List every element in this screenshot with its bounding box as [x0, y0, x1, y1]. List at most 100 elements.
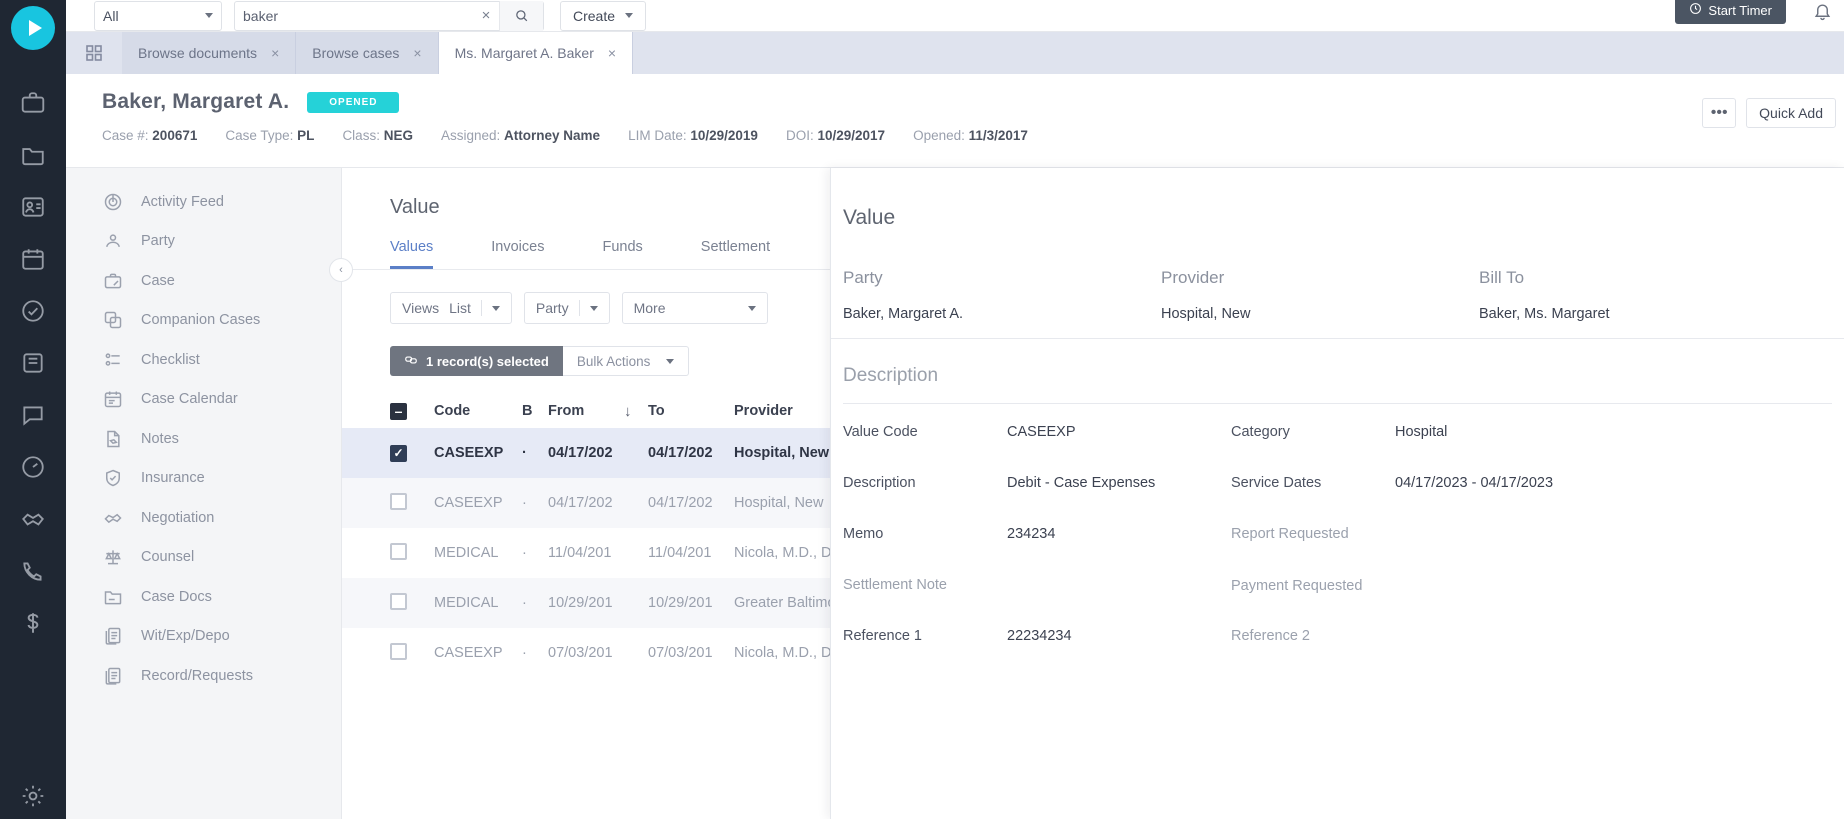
more-actions-button[interactable]: •••: [1702, 98, 1737, 128]
case-meta-item: Case Type: PL: [225, 128, 314, 143]
views-filter-value: List: [449, 300, 471, 316]
field-value: CASEEXP: [1007, 424, 1076, 440]
tab-margaret-baker[interactable]: Ms. Margaret A. Baker ×: [438, 32, 634, 74]
documents-icon: [102, 625, 124, 647]
case-meta-label: DOI:: [785, 128, 814, 143]
sidebar-item-insurance[interactable]: Insurance: [66, 459, 341, 499]
clear-search-icon[interactable]: ×: [473, 7, 499, 24]
tab-values[interactable]: Values: [390, 239, 434, 269]
sidebar-item-party[interactable]: Party: [66, 222, 341, 262]
summary-value-party: Baker, Margaret A.: [843, 306, 964, 322]
global-search: ×: [234, 0, 544, 31]
sidebar-item-negotiation[interactable]: Negotiation: [66, 498, 341, 538]
views-filter[interactable]: Views List: [390, 292, 512, 324]
sidebar-item-companion-cases[interactable]: Companion Cases: [66, 301, 341, 341]
chat-icon[interactable]: [20, 402, 46, 428]
row-checkbox-cell[interactable]: [390, 542, 434, 564]
select-all-checkbox-cell[interactable]: –: [390, 402, 434, 420]
row-checkbox[interactable]: [390, 542, 407, 560]
sidebar-item-record-requests[interactable]: Record/Requests: [66, 656, 341, 696]
row-checkbox-cell[interactable]: [390, 592, 434, 614]
sidebar-item-label: Case: [141, 272, 175, 289]
row-checkbox[interactable]: [390, 492, 407, 510]
sidebar-item-wit-exp-depo[interactable]: Wit/Exp/Depo: [66, 617, 341, 657]
drawer-fields: Value Code CASEEXP Description Debit - C…: [831, 404, 1844, 673]
sidebar-item-case[interactable]: Case: [66, 261, 341, 301]
case-meta-label: Case Type:: [225, 128, 294, 143]
sidebar-item-label: Activity Feed: [141, 193, 224, 210]
documents-icon: [102, 665, 124, 687]
close-icon[interactable]: ×: [413, 45, 421, 61]
field-service-dates: Service Dates 04/17/2023 - 04/17/2023: [1231, 469, 1619, 520]
check-circle-icon[interactable]: [20, 298, 46, 324]
cell-code: CASEEXP: [434, 645, 503, 661]
folder-icon[interactable]: [20, 142, 46, 168]
tab-funds[interactable]: Funds: [602, 239, 642, 269]
sidebar-item-notes[interactable]: Notes: [66, 419, 341, 459]
global-toolbar: All × Create Start Timer: [66, 0, 1844, 32]
sidebar-item-checklist[interactable]: Checklist: [66, 340, 341, 380]
row-checkbox-cell[interactable]: [390, 492, 434, 514]
field-label: Category: [1231, 424, 1290, 440]
column-header-from[interactable]: From: [548, 403, 622, 419]
gear-icon[interactable]: [20, 783, 46, 809]
row-checkbox-cell[interactable]: ✓: [390, 444, 434, 462]
dollar-icon[interactable]: [20, 610, 46, 636]
field-reference-1: Reference 1 22234234: [843, 622, 1231, 673]
quick-add-button[interactable]: Quick Add: [1746, 98, 1836, 128]
contact-card-icon[interactable]: [20, 194, 46, 220]
more-filter[interactable]: More: [621, 292, 768, 324]
select-all-checkbox[interactable]: –: [390, 402, 407, 420]
start-timer-button[interactable]: Start Timer: [1675, 0, 1786, 24]
sidebar-item-counsel[interactable]: Counsel: [66, 538, 341, 578]
bulk-actions-dropdown[interactable]: Bulk Actions: [562, 346, 690, 376]
cell-code: CASEEXP: [434, 495, 503, 511]
tab-invoices[interactable]: Invoices: [491, 239, 544, 269]
shield-icon: [102, 467, 124, 489]
tab-settlement[interactable]: Settlement: [701, 239, 770, 269]
collapse-sidebar-button[interactable]: ‹: [329, 258, 353, 282]
search-input[interactable]: [235, 1, 473, 30]
tab-grid-view-button[interactable]: [66, 32, 122, 74]
column-header-b[interactable]: B: [522, 403, 548, 419]
tab-browse-documents[interactable]: Browse documents ×: [122, 32, 297, 74]
close-icon[interactable]: ×: [271, 45, 279, 61]
search-scope-select[interactable]: All: [94, 0, 222, 31]
search-icon[interactable]: [499, 0, 543, 31]
sort-direction-icon[interactable]: ↓: [622, 403, 648, 420]
field-value-code: Value Code CASEEXP: [843, 418, 1231, 469]
chevron-down-icon: [625, 13, 634, 18]
case-meta-value: 200671: [152, 128, 198, 143]
row-checkbox[interactable]: [390, 592, 407, 610]
row-checkbox[interactable]: ✓: [390, 444, 407, 462]
sidebar-item-case-docs[interactable]: Case Docs: [66, 577, 341, 617]
negotiation-icon: [102, 507, 124, 529]
phone-list-icon[interactable]: [20, 558, 46, 584]
app-logo[interactable]: [11, 6, 55, 50]
sidebar-item-case-calendar[interactable]: Case Calendar: [66, 380, 341, 420]
sidebar-item-activity-feed[interactable]: Activity Feed: [66, 182, 341, 222]
party-icon: [102, 230, 124, 252]
row-checkbox[interactable]: [390, 642, 407, 660]
party-filter[interactable]: Party: [523, 292, 610, 324]
briefcase-icon[interactable]: [20, 90, 46, 116]
column-header-to[interactable]: To: [648, 403, 734, 419]
field-label: Service Dates: [1231, 475, 1322, 491]
sidebar-item-label: Checklist: [141, 351, 200, 368]
gauge-icon[interactable]: [20, 454, 46, 480]
close-icon[interactable]: ×: [608, 45, 616, 61]
notifications-bell-icon[interactable]: [1813, 2, 1832, 26]
calendar-icon[interactable]: [20, 246, 46, 272]
sidebar-item-label: Record/Requests: [141, 667, 254, 684]
sidebar-item-label: Party: [141, 233, 175, 250]
book-icon[interactable]: [20, 350, 46, 376]
create-button[interactable]: Create: [560, 0, 647, 31]
tab-browse-cases[interactable]: Browse cases ×: [296, 32, 439, 74]
handshake-icon[interactable]: [20, 506, 46, 532]
row-checkbox-cell[interactable]: [390, 642, 434, 664]
field-memo: Memo 234234: [843, 520, 1231, 571]
tab-label: Ms. Margaret A. Baker: [454, 45, 594, 61]
sidebar-item-label: Case Calendar: [141, 391, 238, 408]
field-value: 04/17/2023 - 04/17/2023: [1395, 475, 1554, 491]
column-header-code[interactable]: Code: [434, 403, 522, 419]
